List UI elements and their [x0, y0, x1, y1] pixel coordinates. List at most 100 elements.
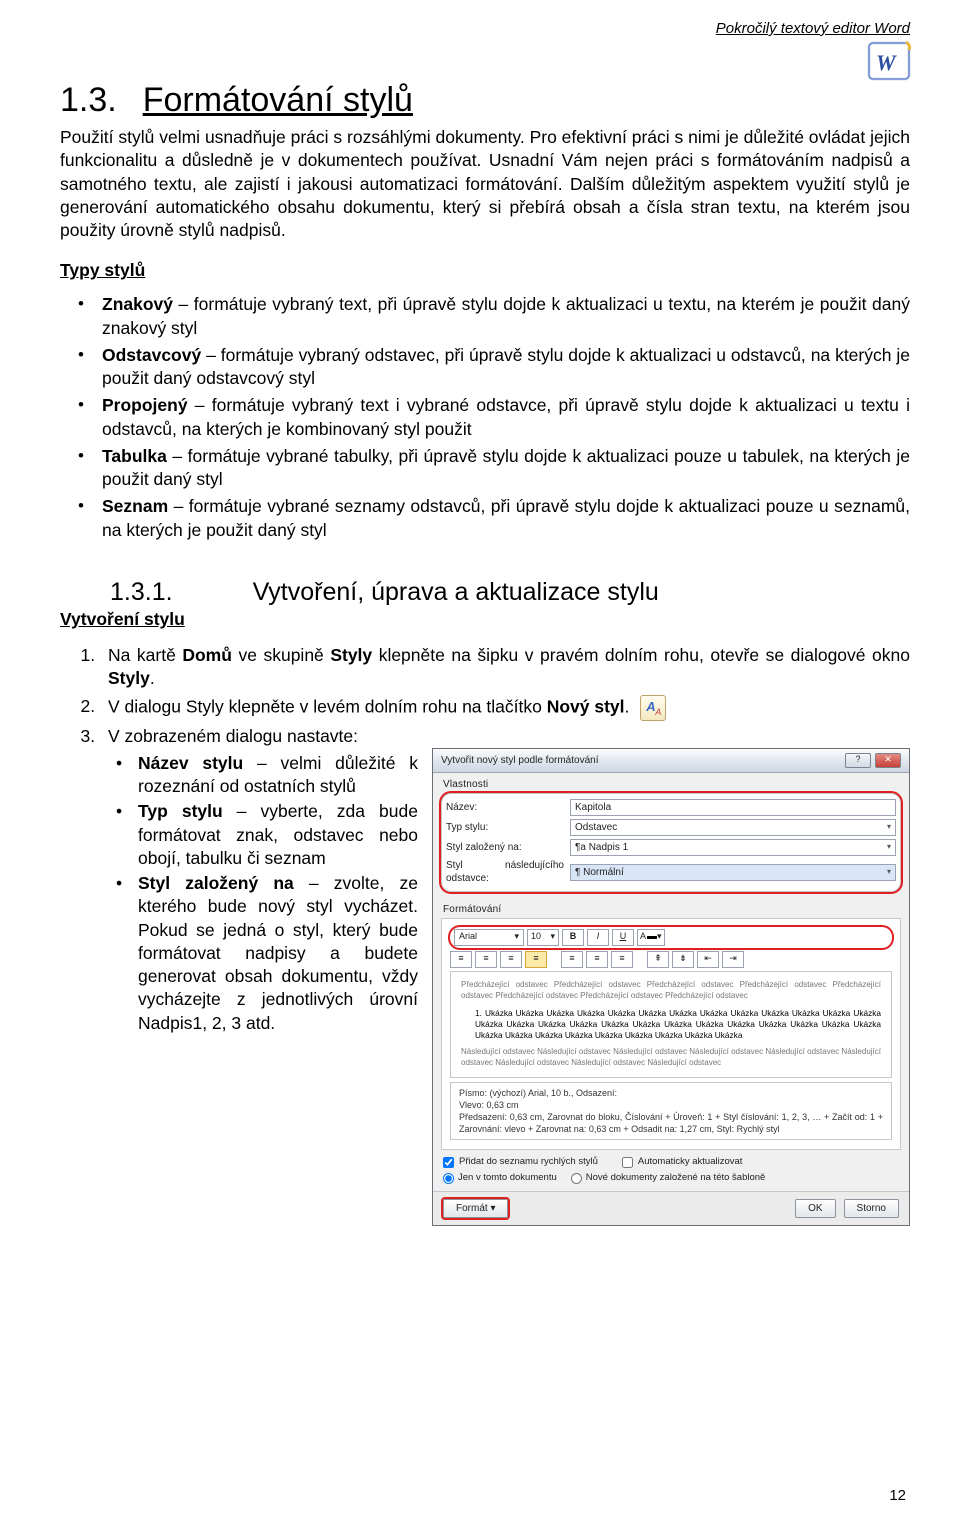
name-label: Název:: [446, 801, 564, 814]
space-after-button[interactable]: ⇟: [672, 951, 694, 968]
steps-list: Na kartě Domů ve skupině Styly klepněte …: [60, 644, 910, 1226]
line-spacing-15-button[interactable]: ≡: [586, 951, 608, 968]
space-before-button[interactable]: ⇞: [647, 951, 669, 968]
align-center-button[interactable]: ≡: [475, 951, 497, 968]
step-bold: Nový styl: [547, 696, 625, 716]
type-name: Znakový: [102, 294, 173, 314]
subsection-title: Vytvoření, úprava a aktualizace stylu: [253, 578, 659, 606]
line-spacing-1-button[interactable]: ≡: [561, 951, 583, 968]
scope-template-radio[interactable]: [571, 1173, 582, 1184]
type-desc: – formátuje vybrané seznamy odstavců, př…: [102, 496, 910, 539]
field-value: Odstavec: [575, 821, 617, 834]
font-value: Arial: [459, 931, 477, 943]
step-text: .: [150, 668, 155, 688]
ok-button[interactable]: OK: [795, 1199, 835, 1218]
inner-text: – zvolte, ze kterého bude nový styl vych…: [138, 873, 418, 1033]
close-button[interactable]: ✕: [875, 753, 901, 768]
dialog-title-text: Vytvořit nový styl podle formátování: [441, 754, 598, 767]
list-item: Znakový – formátuje vybraný text, při úp…: [102, 293, 910, 340]
indent-increase-button[interactable]: ⇥: [722, 951, 744, 968]
types-list: Znakový – formátuje vybraný text, při úp…: [60, 293, 910, 542]
preview-grey: Předcházející odstavec Předcházející ods…: [461, 980, 881, 1002]
list-item: Seznam – formátuje vybrané seznamy odsta…: [102, 495, 910, 542]
size-value: 10: [531, 931, 541, 943]
chevron-down-icon: ▾: [887, 822, 891, 833]
types-heading: Typy stylů: [60, 260, 910, 281]
quick-styles-label: Přidat do seznamu rychlých stylů: [459, 1156, 598, 1169]
next-style-dropdown[interactable]: ¶ Normální▾: [570, 864, 896, 881]
step-text: V zobrazeném dialogu nastavte:: [108, 726, 358, 746]
quick-styles-checkbox[interactable]: [443, 1157, 454, 1168]
cancel-button[interactable]: Storno: [844, 1199, 899, 1218]
page-number: 12: [889, 1487, 906, 1504]
subsection-number: 1.3.1.: [110, 578, 173, 607]
group-label-properties: Vlastnosti: [433, 773, 909, 793]
step-item: Na kartě Domů ve skupině Styly klepněte …: [100, 644, 910, 691]
step-item: V zobrazeném dialogu nastavte: Název sty…: [100, 725, 910, 1226]
type-dropdown[interactable]: Odstavec ▾: [570, 819, 896, 836]
style-meta: Písmo: (výchozí) Arial, 10 b., Odsazení:…: [450, 1082, 892, 1141]
list-item: Odstavcový – formátuje vybraný odstavec,…: [102, 344, 910, 391]
list-item: Propojený – formátuje vybraný text i vyb…: [102, 394, 910, 441]
based-on-label: Styl založený na:: [446, 841, 564, 854]
step-item: V dialogu Styly klepněte v levém dolním …: [100, 695, 910, 721]
field-value: ¶a Nadpis 1: [575, 841, 628, 854]
type-label: Typ stylu:: [446, 821, 564, 834]
section-title-text: Formátování stylů: [143, 81, 413, 119]
based-on-dropdown[interactable]: ¶a Nadpis 1 ▾: [570, 839, 896, 856]
type-desc: – formátuje vybraný odstavec, při úpravě…: [102, 345, 910, 388]
line-spacing-2-button[interactable]: ≡: [611, 951, 633, 968]
help-button[interactable]: ?: [845, 753, 871, 768]
name-field[interactable]: Kapitola: [570, 799, 896, 816]
subsection-heading: 1.3.1. Vytvoření, úprava a aktualizace st…: [60, 578, 910, 607]
header-course: Pokročilý textový editor Word: [60, 20, 910, 37]
step-text: V dialogu Styly klepněte v levém dolním …: [108, 696, 547, 716]
type-desc: – formátuje vybraný text i vybrané odsta…: [102, 395, 910, 438]
group-label-formatting: Formátování: [433, 898, 909, 918]
type-name: Seznam: [102, 496, 168, 516]
font-dropdown[interactable]: Arial▾: [454, 929, 524, 946]
italic-button[interactable]: I: [587, 929, 609, 946]
section-number: 1.3.: [60, 81, 117, 119]
inner-bold: Styl založený na: [138, 873, 294, 893]
word-logo-icon: W: [866, 38, 912, 84]
chevron-down-icon: ▾: [887, 867, 891, 878]
list-item: Typ stylu – vyberte, zda bude formátovat…: [138, 800, 418, 870]
subsection-subtitle: Vytvoření stylu: [60, 609, 910, 630]
align-justify-button[interactable]: ≡: [525, 951, 547, 968]
type-name: Tabulka: [102, 446, 167, 466]
type-desc: – formátuje vybraný text, při úpravě sty…: [102, 294, 910, 337]
step-text: ve skupině: [232, 645, 330, 665]
preview-sample: 1. Ukázka Ukázka Ukázka Ukázka Ukázka Uk…: [475, 1008, 881, 1042]
scope-doc-radio[interactable]: [443, 1173, 454, 1184]
bold-button[interactable]: B: [562, 929, 584, 946]
indent-decrease-button[interactable]: ⇤: [697, 951, 719, 968]
font-color-button[interactable]: A▾: [637, 929, 665, 946]
format-button[interactable]: Formát ▾: [443, 1199, 508, 1218]
chevron-down-icon: ▾: [887, 842, 891, 853]
dialog-titlebar: Vytvořit nový styl podle formátování ? ✕: [433, 749, 909, 773]
type-name: Propojený: [102, 395, 188, 415]
type-desc: – formátuje vybrané tabulky, při úpravě …: [102, 446, 910, 489]
underline-button[interactable]: U: [612, 929, 634, 946]
intro-paragraph: Použití stylů velmi usnadňuje práci s ro…: [60, 126, 910, 242]
properties-group: Název: Kapitola Typ stylu: Odstavec ▾ Styl …: [441, 793, 901, 892]
svg-text:W: W: [876, 50, 897, 75]
list-item: Styl založený na – zvolte, ze kterého bu…: [138, 872, 418, 1035]
new-style-dialog: Vytvořit nový styl podle formátování ? ✕…: [432, 748, 910, 1226]
list-item: Tabulka – formátuje vybrané tabulky, při…: [102, 445, 910, 492]
auto-update-checkbox[interactable]: [622, 1157, 633, 1168]
step-bold: Styly: [108, 668, 150, 688]
align-left-button[interactable]: ≡: [450, 951, 472, 968]
new-style-icon: [640, 695, 666, 721]
section-heading: 1.3. Formátování stylů: [60, 81, 910, 120]
chevron-down-icon: ▾: [550, 931, 555, 943]
step-text: .: [625, 696, 630, 716]
size-dropdown[interactable]: 10 ▾: [527, 929, 559, 946]
inner-list: Název stylu – velmi důležité k rozeznání…: [108, 752, 418, 1035]
align-right-button[interactable]: ≡: [500, 951, 522, 968]
dialog-footer: Formát ▾ OK Storno: [433, 1191, 909, 1225]
list-item: Název stylu – velmi důležité k rozeznání…: [138, 752, 418, 799]
italic-icon: I: [597, 931, 600, 943]
next-style-label: Styl následujícího odstavce:: [446, 859, 564, 886]
